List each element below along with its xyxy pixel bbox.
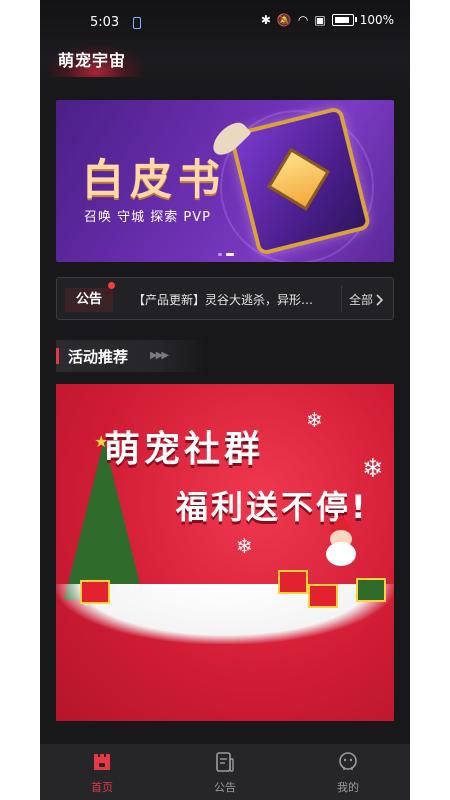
snowflake-icon: ❄: [362, 454, 384, 484]
carousel-dot: [218, 253, 222, 256]
wifi-icon: ◠: [297, 13, 309, 27]
announcement-text[interactable]: 【产品更新】灵谷大逃杀，异形…: [133, 291, 333, 308]
carousel-indicator: [218, 253, 234, 256]
battery-saver-icon: [133, 17, 141, 29]
banner-subtitle: 召唤 守城 探索 PVP: [84, 210, 211, 225]
announcement-tag: 公告: [65, 288, 113, 312]
chevron-right-icon: [376, 293, 384, 306]
gift-box: [80, 580, 110, 604]
view-all-button[interactable]: 全部: [349, 291, 384, 308]
tab-notice-label: 公告: [214, 781, 236, 794]
battery-percent: 100%: [359, 13, 394, 27]
status-bar: 5:03 ✱ 🔕 ◠ ▣ 100%: [40, 0, 410, 44]
section-accent-bar: [56, 348, 59, 364]
event-card[interactable]: ★ 萌宠社群 福利送不停! ❄ ❄ ❄ ❄: [56, 384, 394, 721]
nfc-icon: ▣: [314, 13, 326, 27]
tab-profile-label: 我的: [337, 781, 359, 794]
announcement-bar[interactable]: 公告 【产品更新】灵谷大逃杀，异形… 全部: [56, 277, 394, 320]
gift-box: [356, 578, 386, 602]
santa-beard: [326, 542, 356, 566]
battery-icon: [331, 14, 357, 26]
status-icons: ✱ 🔕 ◠ ▣ 100%: [261, 13, 394, 27]
snowflake-icon: ❄: [306, 408, 323, 432]
snowflake-icon: ❄: [236, 534, 253, 558]
bluetooth-icon: ✱: [260, 13, 271, 27]
tab-home-label: 首页: [91, 781, 113, 794]
home-icon: [94, 754, 110, 770]
app-screen: 5:03 ✱ 🔕 ◠ ▣ 100% 萌宠宇宙 白皮书 召唤 守城 探索 PVP …: [40, 0, 410, 800]
profile-icon: [339, 752, 357, 770]
section-title: 活动推荐: [68, 348, 129, 366]
gift-box: [278, 570, 308, 594]
banner-title: 白皮书: [82, 155, 227, 204]
notice-icon: [216, 752, 234, 772]
carousel-dot-active: [226, 253, 234, 256]
mute-icon: 🔕: [276, 13, 292, 27]
bottom-tab-bar: 首页 公告 我的: [40, 744, 410, 800]
event-title: 萌宠社群: [104, 429, 265, 470]
tab-home[interactable]: 首页: [62, 750, 142, 795]
view-all-label: 全部: [349, 293, 374, 307]
gift-box: [308, 584, 338, 608]
app-logo-title: 萌宠宇宙: [48, 45, 145, 77]
tab-profile[interactable]: 我的: [308, 750, 388, 795]
unread-dot: [108, 282, 115, 289]
triple-arrow-icon: ▶▶▶: [150, 350, 169, 361]
gem-emblem: [266, 147, 331, 211]
status-time: 5:03: [90, 15, 120, 30]
santa-illustration: [320, 514, 362, 570]
tab-notice[interactable]: 公告: [185, 750, 265, 795]
divider: [341, 286, 342, 312]
hero-banner[interactable]: 白皮书 召唤 守城 探索 PVP: [56, 100, 394, 262]
section-header: 活动推荐 ▶▶▶: [56, 340, 206, 372]
